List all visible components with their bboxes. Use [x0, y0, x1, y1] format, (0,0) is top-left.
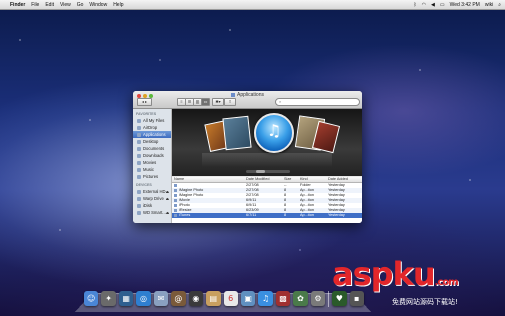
itunes-icon[interactable]: ♫ — [258, 291, 273, 306]
menu-finder[interactable]: Finder — [10, 2, 25, 8]
app-icon — [174, 189, 177, 192]
scrollbar-thumb[interactable] — [256, 170, 265, 173]
eject-icon[interactable]: ⏏ — [166, 211, 169, 215]
coverflow-scrollbar[interactable] — [246, 170, 290, 173]
sidebar-devices-header: DEVICES — [136, 183, 152, 187]
app-icon — [174, 194, 177, 197]
window-titlebar[interactable]: Applications ◂ ▸ ≡ ☰ ▥ ▭ ✱▾ ⇪ ⌕ — [133, 91, 362, 109]
menu-window[interactable]: Window — [89, 2, 107, 8]
wifi-icon[interactable]: ◠ — [422, 2, 426, 8]
folder-icon — [231, 92, 236, 97]
all-files-icon — [137, 118, 141, 123]
coverflow-item[interactable] — [222, 115, 252, 151]
downloads-icon — [137, 153, 141, 158]
sidebar: FAVORITES All My Files AirDrop Applicati… — [133, 109, 172, 223]
action-menu-button[interactable]: ✱▾ — [212, 98, 224, 106]
sidebar-item-warp-drive[interactable]: Warp Drive ⏏ — [133, 195, 171, 202]
itunes-app-icon[interactable]: ♫ — [254, 113, 294, 153]
app-icon — [174, 214, 177, 217]
photobooth-icon[interactable]: ▩ — [275, 291, 291, 306]
watermark-logo: aspku.com — [332, 255, 459, 293]
spotlight-icon[interactable]: ⌕ — [498, 2, 501, 8]
mail-icon[interactable]: ✉ — [153, 291, 169, 306]
table-row-selected[interactable]: iTunes 6/7/11 8 Ap...tion Yesterday — [172, 213, 362, 218]
column-header-name[interactable]: Name — [172, 177, 244, 182]
coverflow-view-button[interactable]: ▭ — [201, 98, 210, 106]
iphoto-icon[interactable]: ✿ — [293, 291, 308, 306]
sidebar-item-external-hd[interactable]: External HD ⏏ — [133, 188, 171, 195]
share-button[interactable]: ⇪ — [224, 98, 236, 106]
calendar-icon[interactable]: 6 — [223, 291, 238, 306]
app-icon — [174, 209, 177, 212]
contacts-icon[interactable]: @ — [171, 291, 186, 306]
app-icon — [174, 204, 177, 207]
drive-icon — [137, 196, 141, 201]
airdrop-icon — [137, 125, 141, 130]
menu-clock[interactable]: Wed 3:42 PM — [450, 2, 480, 8]
preview-icon[interactable]: ▣ — [240, 291, 256, 306]
cover-flow-preview[interactable]: ♫ — [172, 109, 362, 176]
sidebar-item-airdrop[interactable]: AirDrop — [133, 124, 171, 131]
safari-icon[interactable]: ◎ — [136, 291, 151, 306]
utilities-icon[interactable]: ▪ — [349, 291, 364, 306]
menu-help[interactable]: Help — [113, 2, 123, 8]
coverflow-reflection — [202, 153, 332, 167]
menu-view[interactable]: View — [60, 2, 71, 8]
column-header-size[interactable]: Size — [282, 177, 298, 182]
sidebar-item-documents[interactable]: Documents — [133, 145, 171, 152]
pictures-icon — [137, 174, 141, 179]
watermark-tagline: 免费网站源码下载站! — [392, 298, 458, 306]
dock-separator — [328, 291, 330, 307]
sidebar-item-desktop[interactable]: Desktop — [133, 138, 171, 145]
documents-icon — [137, 146, 141, 151]
system-prefs-icon[interactable]: ⚙ — [310, 291, 326, 306]
sidebar-item-pictures[interactable]: Pictures — [133, 173, 171, 180]
facetime-icon[interactable]: ◉ — [188, 291, 204, 306]
menu-edit[interactable]: Edit — [45, 2, 54, 8]
desktop-icon — [137, 139, 141, 144]
menu-bar: Finder File Edit View Go Window Help ᛒ ◠… — [0, 0, 505, 10]
eject-icon[interactable]: ⏏ — [166, 190, 169, 194]
finder-icon[interactable]: ☺ — [84, 291, 99, 306]
address-book-icon[interactable]: ▤ — [206, 291, 221, 306]
column-header-added[interactable]: Date Added — [326, 177, 362, 182]
sidebar-favorites-header: FAVORITES — [136, 112, 157, 116]
volume-icon[interactable]: ◀ — [431, 2, 435, 8]
drive-icon — [137, 189, 141, 194]
music-icon — [137, 167, 141, 172]
activity-monitor-icon[interactable]: ♥ — [332, 291, 347, 306]
applications-icon — [137, 132, 141, 137]
finder-window: Applications ◂ ▸ ≡ ☰ ▥ ▭ ✱▾ ⇪ ⌕ FAVORITE… — [133, 91, 362, 223]
menu-go[interactable]: Go — [77, 2, 84, 8]
dock: ☺ ✦ ▦ ◎ ✉ @ ◉ ▤ 6 ▣ ♫ ▩ ✿ ⚙ ♥ ▪ — [84, 291, 364, 309]
bluetooth-icon[interactable]: ᛒ — [414, 2, 417, 8]
battery-icon[interactable]: ▭ — [440, 2, 445, 8]
movies-icon — [137, 160, 141, 165]
column-header-date[interactable]: Date Modified — [244, 177, 282, 182]
file-list: Name Date Modified Size Kind Date Added … — [172, 177, 362, 223]
sidebar-item-idisk[interactable]: iDisk — [133, 202, 171, 209]
eject-icon[interactable]: ⏏ — [166, 197, 169, 201]
mission-control-icon[interactable]: ▦ — [118, 291, 134, 306]
sidebar-item-all-my-files[interactable]: All My Files — [133, 117, 171, 124]
sidebar-item-wd-smart[interactable]: WD Smart... ⏏ — [133, 209, 171, 216]
sidebar-item-music[interactable]: Music — [133, 166, 171, 173]
app-icon — [174, 199, 177, 202]
menu-user[interactable]: wiki — [485, 2, 493, 8]
idisk-icon — [137, 203, 141, 208]
back-forward-buttons[interactable]: ◂ ▸ — [137, 98, 152, 106]
sidebar-item-downloads[interactable]: Downloads — [133, 152, 171, 159]
search-icon: ⌕ — [279, 99, 282, 104]
search-input[interactable]: ⌕ — [275, 98, 360, 106]
sidebar-item-movies[interactable]: Movies — [133, 159, 171, 166]
launchpad-icon[interactable]: ✦ — [101, 291, 116, 306]
menu-file[interactable]: File — [31, 2, 39, 8]
folder-icon — [174, 184, 177, 187]
column-header-kind[interactable]: Kind — [298, 177, 326, 182]
sidebar-item-applications[interactable]: Applications — [133, 131, 171, 138]
drive-icon — [137, 210, 141, 215]
